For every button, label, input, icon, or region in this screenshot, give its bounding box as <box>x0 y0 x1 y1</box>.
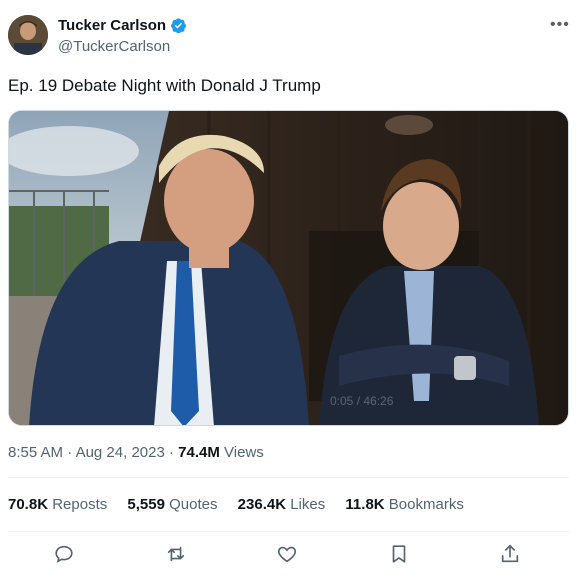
avatar[interactable] <box>8 15 48 55</box>
views-count: 74.4M <box>178 444 220 461</box>
meta-separator: · <box>168 444 174 461</box>
divider <box>8 477 569 478</box>
reposts-count: 70.8K <box>8 496 49 513</box>
likes-stat[interactable]: 236.4K Likes <box>238 496 326 513</box>
quotes-stat[interactable]: 5,559 Quotes <box>127 496 217 513</box>
tweet-text: Ep. 19 Debate Night with Donald J Trump <box>8 76 321 95</box>
tweet-date[interactable]: Aug 24, 2023 <box>76 444 165 461</box>
quotes-count: 5,559 <box>127 496 165 513</box>
video-thumbnail <box>9 111 568 425</box>
engagement-stats: 70.8K Reposts 5,559 Quotes 236.4K Likes … <box>8 496 480 513</box>
more-options-icon[interactable]: ••• <box>550 16 570 34</box>
reply-icon[interactable] <box>53 543 77 567</box>
bookmarks-stat[interactable]: 11.8K Bookmarks <box>345 496 463 513</box>
like-icon[interactable] <box>276 543 300 567</box>
video-player[interactable] <box>8 110 569 426</box>
share-icon[interactable] <box>499 543 523 567</box>
video-time-overlay: 0:05 / 46:26 <box>330 394 394 408</box>
views-label: Views <box>224 444 264 461</box>
likes-label: Likes <box>290 496 326 513</box>
likes-count: 236.4K <box>237 496 287 513</box>
verified-badge-icon <box>170 17 187 34</box>
tweet-meta: 8:55 AM · Aug 24, 2023 · 74.4M Views <box>8 444 264 461</box>
bookmark-icon[interactable] <box>388 543 412 567</box>
bookmarks-label: Bookmarks <box>388 496 464 513</box>
author-name[interactable]: Tucker Carlson <box>58 17 166 34</box>
tweet-time[interactable]: 8:55 AM <box>8 444 63 461</box>
repost-icon[interactable] <box>165 543 189 567</box>
reposts-stat[interactable]: 70.8K Reposts <box>8 496 107 513</box>
quotes-label: Quotes <box>169 496 218 513</box>
divider <box>8 531 569 532</box>
bookmarks-count: 11.8K <box>345 496 385 513</box>
author-handle[interactable]: @TuckerCarlson <box>58 38 170 55</box>
reposts-label: Reposts <box>52 496 108 513</box>
meta-separator: · <box>67 444 73 461</box>
